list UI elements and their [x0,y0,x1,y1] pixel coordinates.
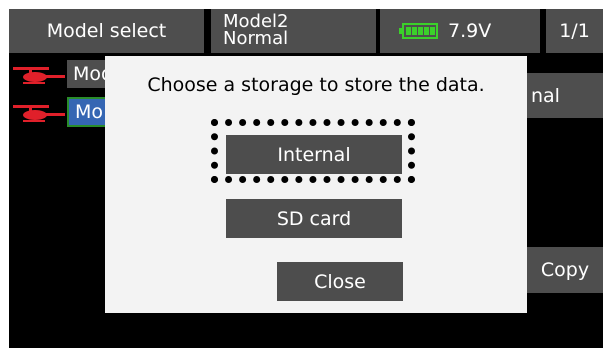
current-model-info: Model2 Normal [211,9,376,53]
helicopter-icon [13,67,65,84]
battery-icon [399,23,438,39]
transmitter-screen: Model select Model2 Normal 7.9V 1/1 Mod … [9,9,603,348]
model-type-button[interactable]: nal [527,73,603,118]
dialog-message: Choose a storage to store the data. [147,74,485,96]
close-button[interactable]: Close [277,262,403,301]
sd-card-button[interactable]: SD card [226,199,402,238]
internal-storage-button[interactable]: Internal [226,135,402,174]
storage-dialog: Choose a storage to store the data. Inte… [105,56,527,313]
model-condition: Normal [223,28,289,49]
screen-title[interactable]: Model select [9,9,204,53]
battery-voltage: 7.9V [448,20,492,42]
model-list-item[interactable]: Mod [67,60,107,88]
battery-status: 7.9V [380,9,540,53]
helicopter-icon [13,105,65,122]
page-indicator[interactable]: 1/1 [546,9,603,53]
copy-button[interactable]: Copy [527,247,603,293]
model-list-item-selected[interactable]: Mo [67,97,107,127]
